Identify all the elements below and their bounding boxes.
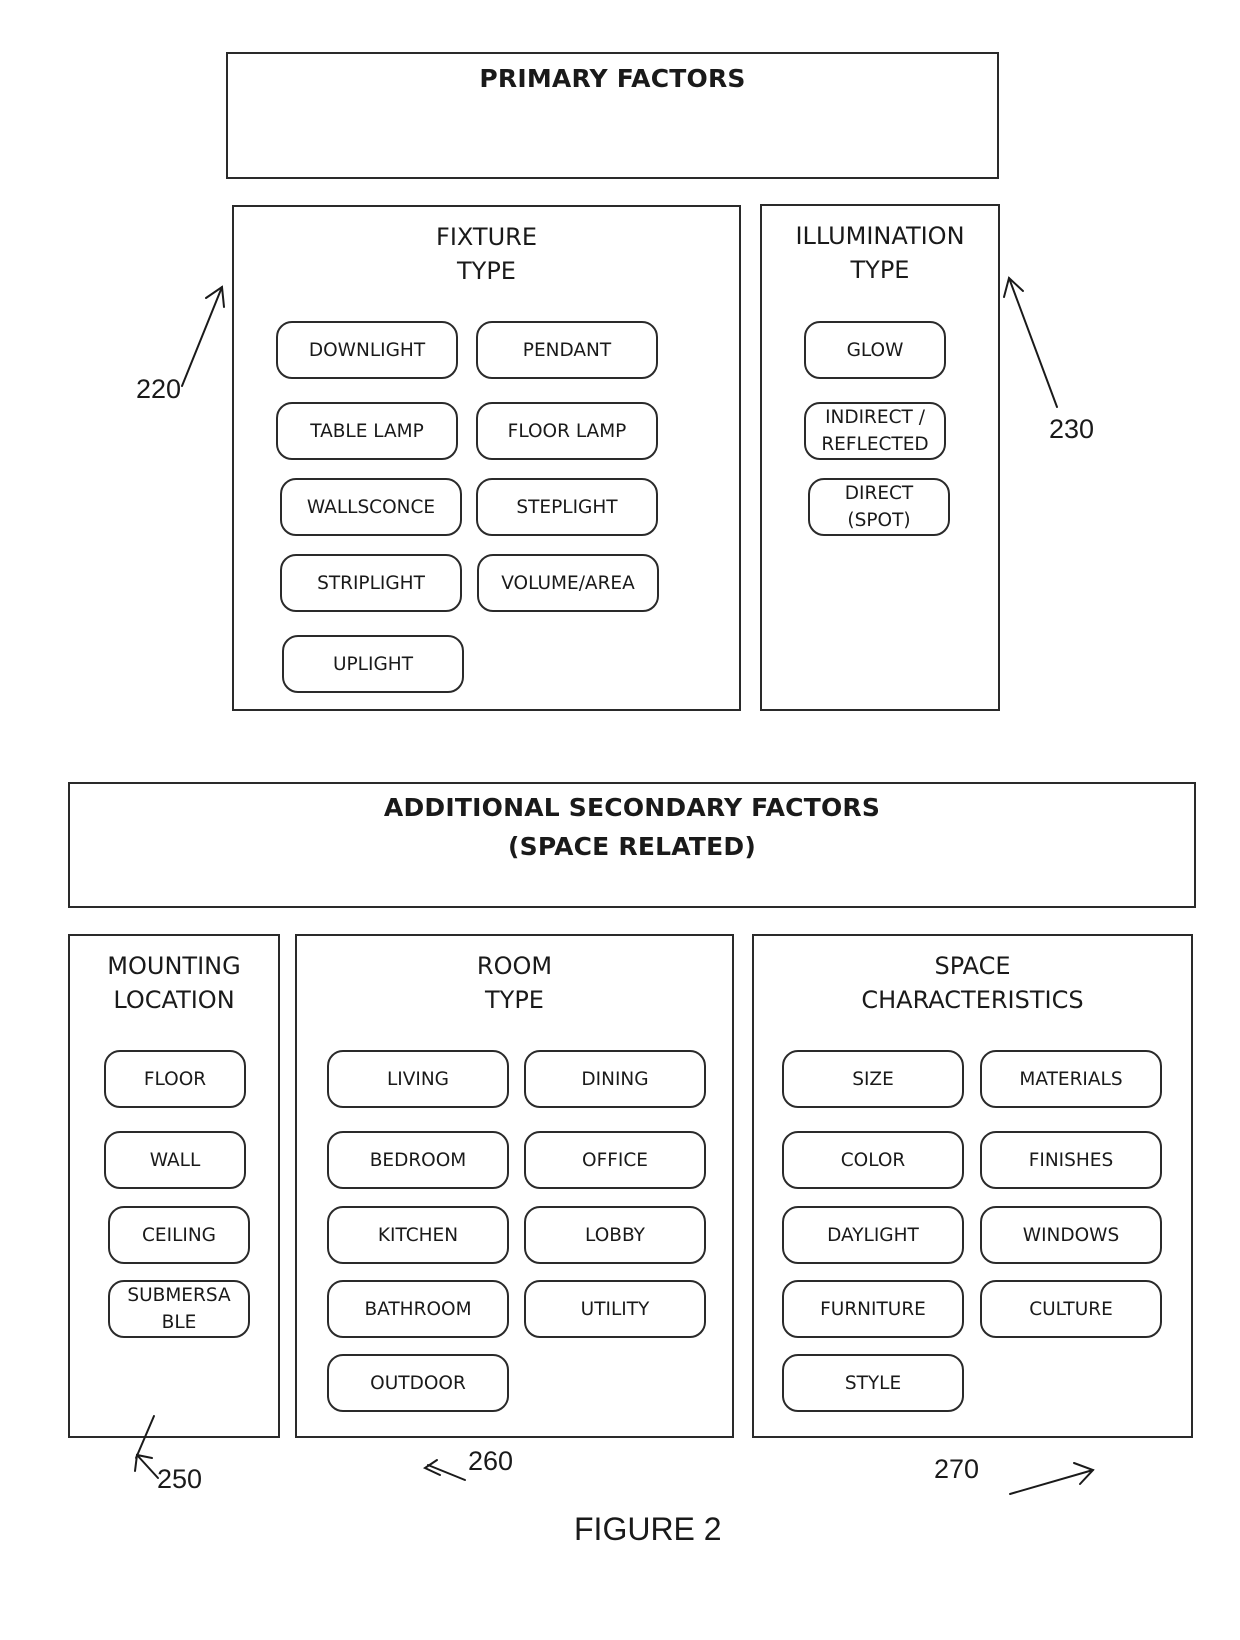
arrow-220-icon (181, 285, 225, 387)
leader-arrows (134, 276, 1095, 1495)
arrow-250-icon (134, 1415, 159, 1479)
figure-caption: FIGURE 2 (574, 1511, 722, 1547)
arrow-230-icon (1003, 276, 1058, 408)
arrow-260-icon (422, 1459, 466, 1481)
arrow-270-icon (1009, 1462, 1095, 1495)
